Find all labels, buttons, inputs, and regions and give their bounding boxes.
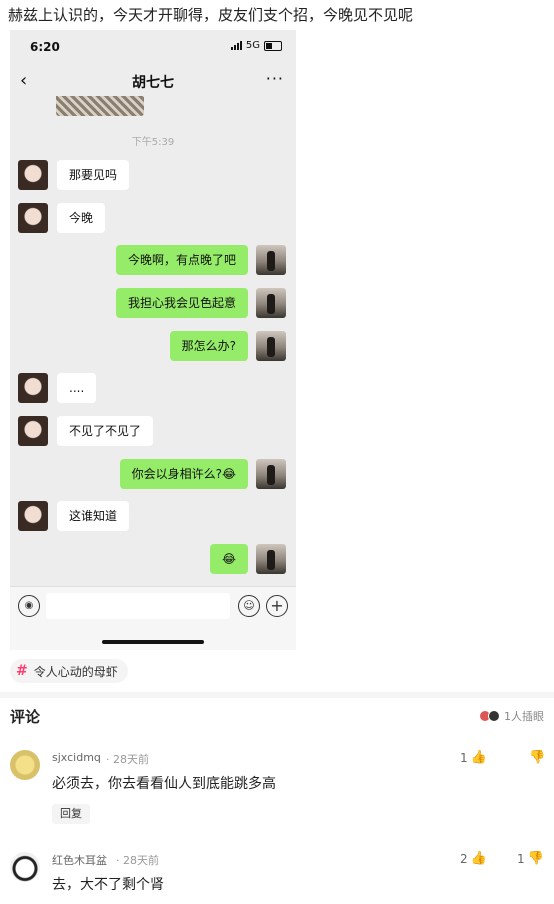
message-bubble-received: 那要见吗 [57, 160, 130, 190]
participants-text: 1人插眼 [504, 710, 544, 723]
shared-photo[interactable] [56, 96, 144, 116]
topic-tag[interactable]: # 令人心动的母虾 [10, 659, 128, 683]
comments-header: 评论 [10, 708, 41, 726]
commenter-avatar[interactable] [10, 852, 40, 882]
thumb-up-icon: 👍 [470, 851, 487, 866]
self-avatar[interactable] [256, 331, 286, 361]
chat-title: 胡七七 [132, 75, 174, 91]
contact-avatar[interactable] [18, 160, 48, 190]
more-icon[interactable]: ··· [266, 69, 284, 88]
self-avatar[interactable] [256, 459, 286, 489]
comment-time: · 28天前 [116, 854, 159, 867]
chat-navbar: ‹ 胡七七 ··· [10, 64, 296, 98]
thumb-down-icon: 👎 [529, 750, 546, 765]
like-count: 2 [460, 851, 468, 866]
commenter-name[interactable]: sjxcidmq [52, 751, 101, 764]
thumb-up-icon: 👍 [470, 750, 487, 765]
status-bar: 6:20 5G [10, 30, 296, 64]
voice-icon[interactable]: ◉ [18, 595, 40, 617]
dislike-button[interactable]: 👎 [526, 750, 545, 765]
status-icons: 5G [230, 40, 282, 51]
reply-button[interactable]: 回复 [52, 804, 90, 824]
signal-icon [230, 41, 242, 50]
emoji-icon[interactable]: ☺ [238, 595, 260, 617]
contact-avatar[interactable] [18, 203, 48, 233]
message-bubble-sent: 你会以身相许么?😂 [119, 459, 248, 489]
contact-avatar[interactable] [18, 501, 48, 531]
message-bubble-received: .... [57, 373, 97, 403]
chat-timestamp: 下午5:39 [131, 137, 175, 148]
comment-text: 必须去，你去看看仙人到底能跳多高 [52, 776, 276, 792]
message-bubble-sent: 今晚啊，有点晚了吧 [115, 245, 248, 275]
chat-screenshot: 6:20 5G ‹ 胡七七 ··· 下午5:39 那要见吗 今晚 今晚啊，有点晚… [10, 30, 296, 650]
commenter-name[interactable]: 红色木耳盆 [52, 852, 107, 868]
comment-text: 去，大不了剩个肾 [52, 877, 164, 893]
self-avatar[interactable] [256, 245, 286, 275]
dislike-count: 1 [517, 851, 525, 866]
contact-avatar[interactable] [18, 373, 48, 403]
network-label: 5G [245, 40, 260, 51]
like-button[interactable]: 2 👍 [460, 851, 487, 866]
thumb-down-icon: 👎 [527, 851, 544, 866]
message-bubble-sent: 我担心我会见色起意 [115, 288, 248, 318]
participant-avatars [479, 710, 500, 722]
message-bubble-sent: 那怎么办? [169, 331, 248, 361]
section-divider [0, 692, 554, 698]
post-title: 赫兹上认识的，今天才开聊得，皮友们支个招，今晚见不见呢 [8, 6, 414, 24]
message-bubble-received: 今晚 [57, 203, 106, 233]
hash-icon: # [16, 663, 28, 679]
like-count: 1 [460, 750, 468, 765]
self-avatar[interactable] [256, 544, 286, 574]
comment-time: · 28天前 [106, 753, 149, 766]
message-bubble-received: 不见了不见了 [57, 416, 154, 446]
battery-icon [264, 40, 282, 51]
message-input[interactable] [46, 593, 230, 619]
home-indicator [102, 640, 204, 644]
contact-avatar[interactable] [18, 416, 48, 446]
self-avatar[interactable] [256, 288, 286, 318]
like-button[interactable]: 1 👍 [460, 750, 487, 765]
dislike-button[interactable]: 1 👎 [517, 851, 544, 866]
plus-icon[interactable]: + [266, 595, 288, 617]
topic-tag-label: 令人心动的母虾 [33, 664, 118, 679]
message-bubble-received: 这谁知道 [57, 501, 130, 531]
commenter-avatar[interactable] [10, 750, 40, 780]
message-bubble-sent: 😂 [209, 544, 248, 574]
status-time: 6:20 [30, 40, 60, 54]
participants-indicator[interactable]: 1人插眼 [479, 708, 544, 724]
